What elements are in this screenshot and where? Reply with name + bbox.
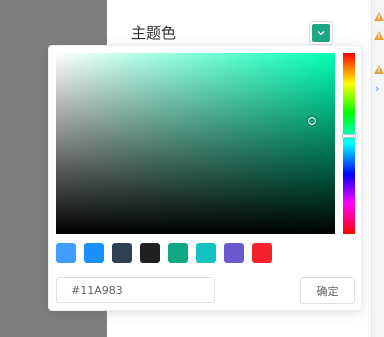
hue-slider-thumb[interactable] [342,134,356,139]
background-panel [371,0,384,337]
theme-color-label: 主题色 [131,24,177,42]
warning-icon: ! [374,65,384,74]
hex-color-input[interactable] [56,277,215,303]
preset-color-swatch[interactable] [196,243,216,263]
warning-icon: ! [374,12,384,21]
preset-color-swatch[interactable] [56,243,76,263]
preset-color-swatch[interactable] [140,243,160,263]
confirm-button[interactable]: 确定 [300,277,355,304]
preset-color-swatch[interactable] [252,243,272,263]
saturation-cursor[interactable] [308,117,316,125]
theme-color-trigger[interactable] [309,21,333,45]
preset-color-swatch[interactable] [224,243,244,263]
chevron-down-icon [317,31,325,36]
warning-icon: ! [374,31,384,40]
color-picker-dropdown: 确定 [48,45,362,311]
preset-color-swatch[interactable] [168,243,188,263]
preset-color-swatch[interactable] [84,243,104,263]
hue-slider[interactable] [342,53,356,234]
current-color-swatch [312,24,330,42]
predefined-colors [56,243,272,263]
saturation-value-panel[interactable] [56,53,335,234]
preset-color-swatch[interactable] [112,243,132,263]
chevron-right-icon[interactable]: › [375,83,379,94]
